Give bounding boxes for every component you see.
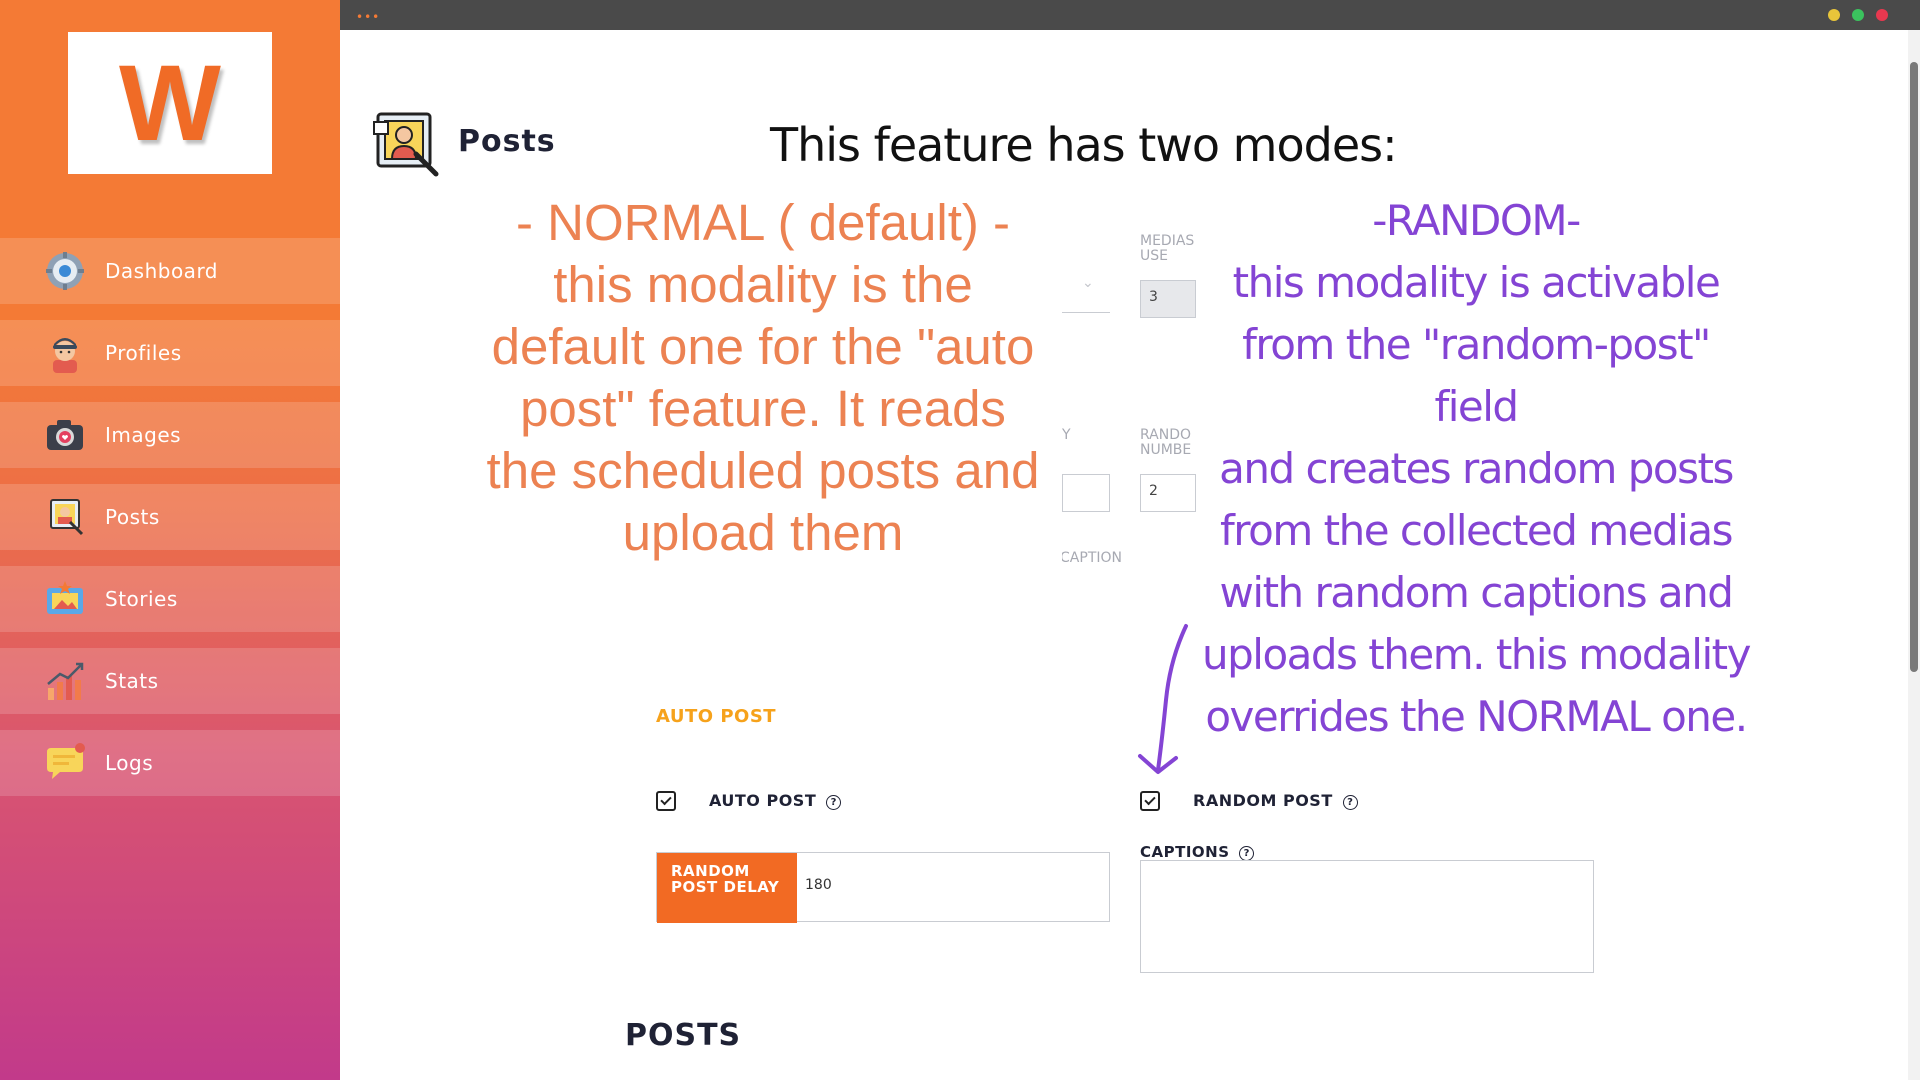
logs-icon <box>47 743 85 779</box>
random-post-label: RANDOM POST <box>1193 791 1333 810</box>
random-post-checkbox[interactable] <box>1140 791 1160 811</box>
profile-icon <box>53 338 77 373</box>
dashboard-icon <box>46 252 84 290</box>
random-post-delay-input[interactable] <box>805 877 1095 893</box>
sidebar-item-logs[interactable]: Logs <box>0 730 340 796</box>
annotation-arrow-icon <box>1138 624 1188 774</box>
posts-icon <box>50 499 84 536</box>
annotation-random-line: uploads them. this modality <box>1202 630 1751 679</box>
caption-label-fragment: CAPTION <box>1062 551 1122 566</box>
random-number-label: RANDO NUMBE <box>1140 427 1192 458</box>
annotation-random-line: from the collected medias <box>1220 506 1733 555</box>
posts-page-icon <box>373 112 439 177</box>
sidebar-item-stats[interactable]: Stats <box>0 648 340 714</box>
medias-use-label: MEDIAS USE <box>1140 233 1195 264</box>
logo-letter: W <box>119 42 221 163</box>
sidebar-item-label: Stats <box>105 669 159 693</box>
help-icon[interactable]: ? <box>1239 846 1255 861</box>
annotation-random-line: this modality is activable <box>1232 258 1721 307</box>
scrollbar-thumb[interactable] <box>1910 62 1918 672</box>
field-label-fragment: Y <box>1062 427 1071 443</box>
sidebar-item-label: Dashboard <box>105 259 219 283</box>
annotation-random-line: and creates random posts <box>1219 444 1734 493</box>
sidebar-item-images[interactable]: Images <box>0 402 340 468</box>
auto-post-section-title: AUTO POST <box>656 706 777 727</box>
stories-icon <box>47 581 83 614</box>
minimize-dot-icon[interactable] <box>1828 9 1840 21</box>
checkmark-icon <box>1144 793 1156 806</box>
close-dot-icon[interactable] <box>1876 9 1888 21</box>
annotation-random-line: -RANDOM- <box>1372 196 1581 245</box>
medias-use-input[interactable]: 3 <box>1140 280 1196 318</box>
sidebar: W Dashboard Profiles Images Posts Storie… <box>0 0 340 1080</box>
annotation-random-line: overrides the NORMAL one. <box>1205 692 1748 741</box>
random-post-delay-group: RANDOM POST DELAY <box>656 852 1110 923</box>
sidebar-item-label: Logs <box>105 751 154 775</box>
camera-icon <box>47 420 83 450</box>
annotation-random-line: with random captions and <box>1219 568 1734 617</box>
annotation-title: This feature has two modes: <box>770 118 1398 172</box>
sidebar-item-label: Posts <box>105 505 160 529</box>
help-icon[interactable]: ? <box>1342 795 1358 810</box>
sidebar-item-label: Images <box>105 423 182 447</box>
stats-icon <box>47 662 84 700</box>
captions-option: CAPTIONS ? <box>1140 843 1255 861</box>
sidebar-item-label: Profiles <box>105 341 182 365</box>
checkmark-icon <box>660 793 672 806</box>
sidebar-item-stories[interactable]: Stories <box>0 566 340 632</box>
random-post-delay-label: RANDOM POST DELAY <box>657 853 797 923</box>
annotation-random-mode: -RANDOM-this modality is activable from t… <box>1196 190 1756 748</box>
scrollbar[interactable] <box>1908 30 1920 1080</box>
menu-dots-icon[interactable]: ••• <box>356 10 380 24</box>
annotation-normal-mode: - NORMAL ( default) - this modality is t… <box>486 194 1040 561</box>
random-number-input[interactable]: 2 <box>1140 474 1196 512</box>
maximize-dot-icon[interactable] <box>1852 9 1864 21</box>
auto-post-label: AUTO POST <box>709 791 817 810</box>
annotation-random-line: field <box>1434 382 1519 431</box>
posts-section-title: POSTS <box>625 1018 742 1053</box>
delay-input-fragment[interactable] <box>1062 474 1110 512</box>
captions-textarea[interactable] <box>1140 860 1594 973</box>
app-logo[interactable]: W <box>68 32 272 174</box>
auto-post-checkbox[interactable] <box>656 791 676 811</box>
sidebar-item-label: Stories <box>105 587 178 611</box>
annotation-random-line: from the "random-post" <box>1242 320 1711 369</box>
sidebar-item-dashboard[interactable]: Dashboard <box>0 238 340 304</box>
page-title: Posts <box>458 124 556 159</box>
random-post-option: RANDOM POST ? <box>1193 791 1358 810</box>
captions-label: CAPTIONS <box>1140 843 1230 861</box>
window-topbar: ••• <box>340 0 1920 30</box>
chevron-down-icon[interactable]: ⌄ <box>1082 275 1094 291</box>
auto-post-option: AUTO POST ? <box>709 791 842 810</box>
sidebar-item-profiles[interactable]: Profiles <box>0 320 340 386</box>
select-underline <box>1062 312 1110 313</box>
help-icon[interactable]: ? <box>826 795 842 810</box>
sidebar-item-posts[interactable]: Posts <box>0 484 340 550</box>
